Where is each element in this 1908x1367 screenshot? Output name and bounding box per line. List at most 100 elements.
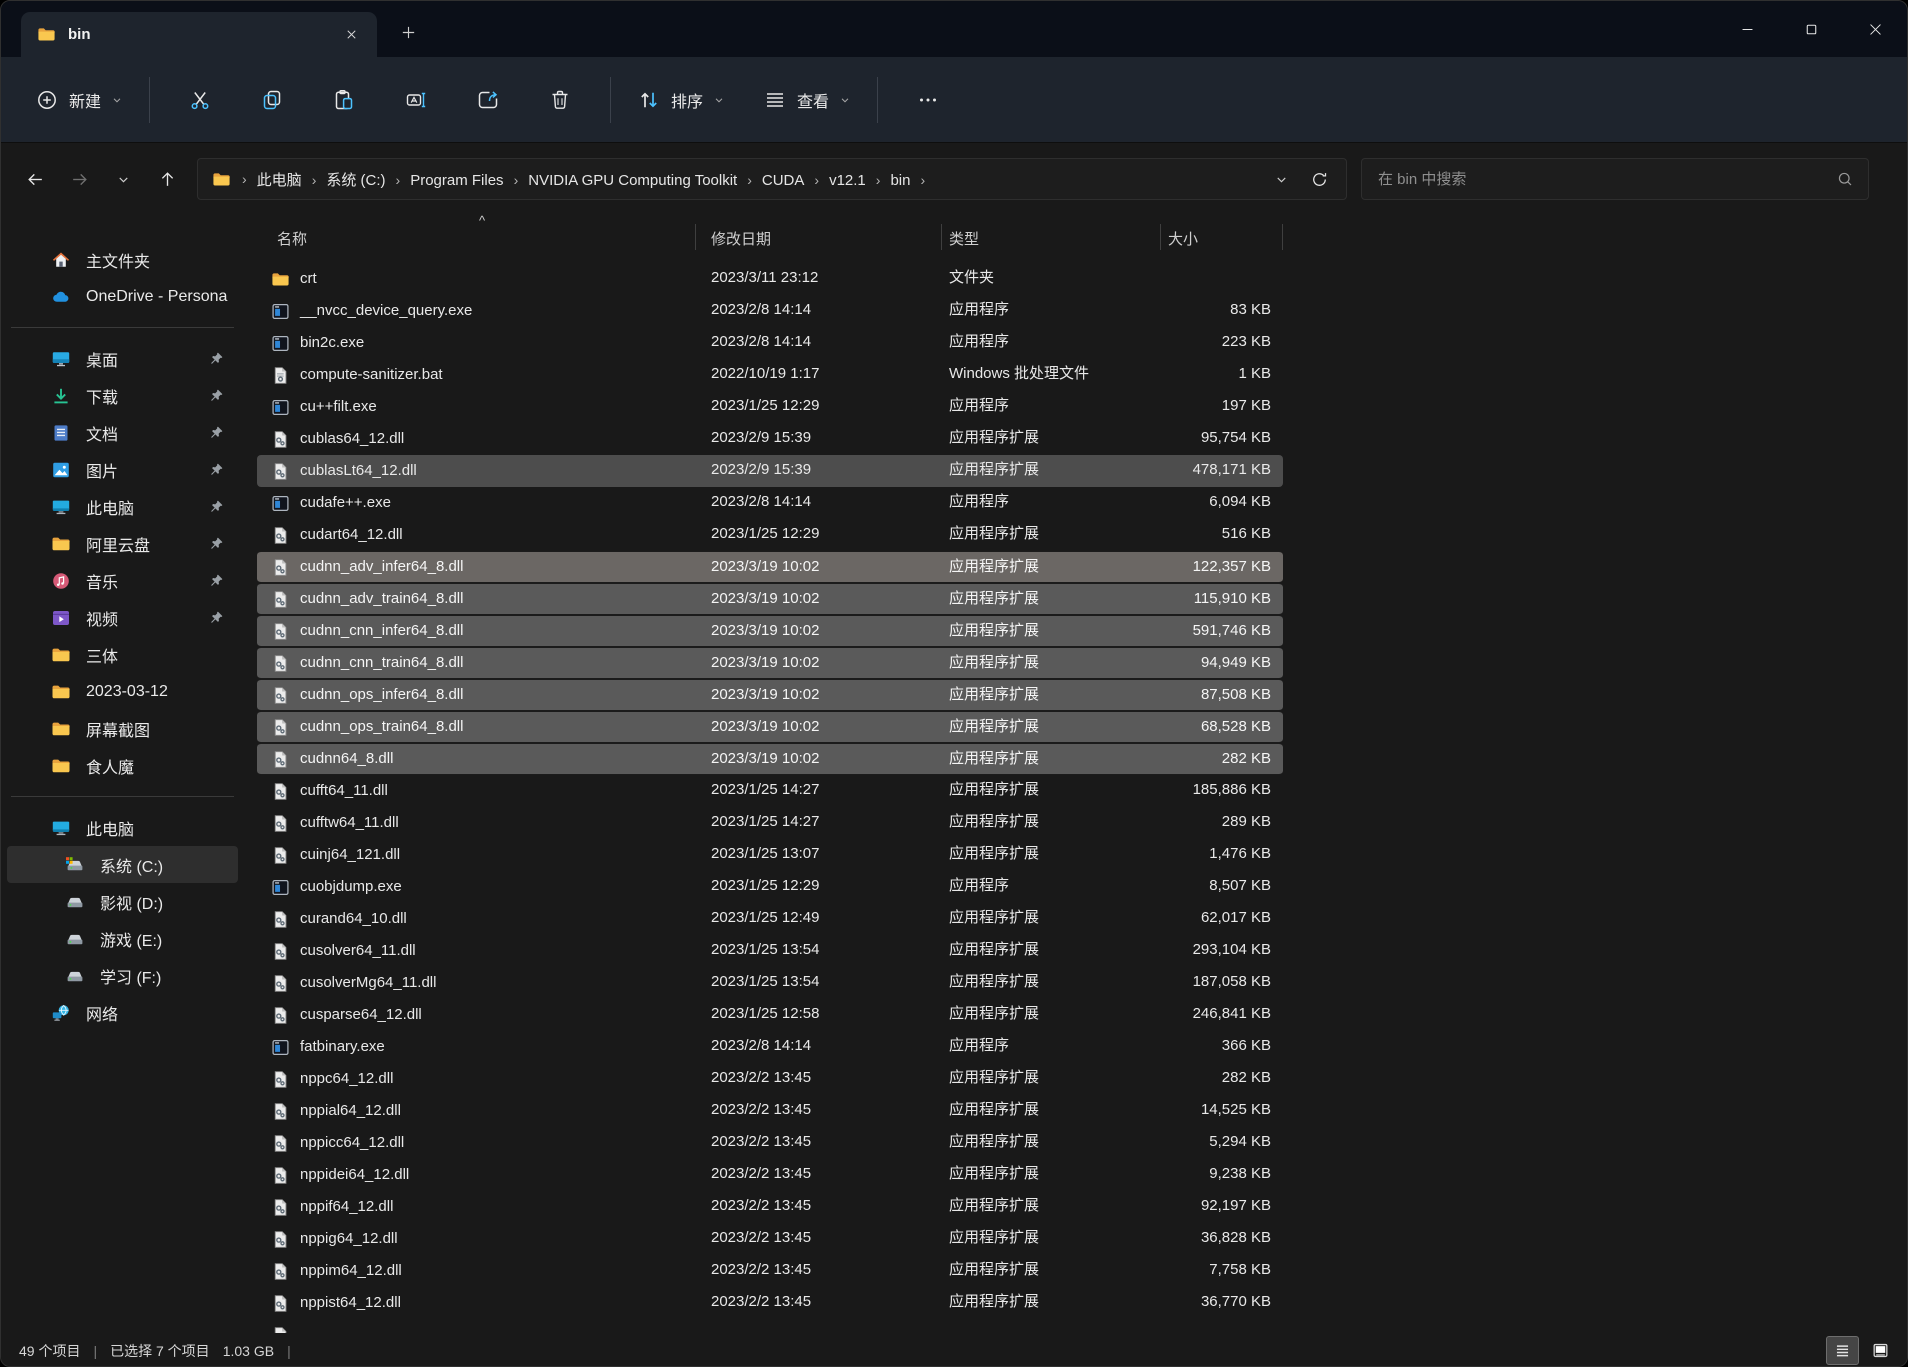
sidebar-item-音乐[interactable]: 音乐 xyxy=(7,562,238,599)
file-row[interactable]: cudafe++.exe 2023/2/8 14:14 应用程序 6,094 KB xyxy=(257,487,1283,519)
file-row[interactable]: crt 2023/3/11 23:12 文件夹 xyxy=(257,263,1283,295)
address-dropdown-icon[interactable] xyxy=(1262,162,1300,196)
sidebar-item-文档[interactable]: 文档 xyxy=(7,414,238,451)
file-row[interactable]: nppial64_12.dll 2023/2/2 13:45 应用程序扩展 14,52… xyxy=(257,1095,1283,1127)
file-row[interactable]: cusolverMg64_11.dll 2023/1/25 13:54 应用程序扩展… xyxy=(257,967,1283,999)
share-button[interactable] xyxy=(464,77,512,123)
rename-button[interactable] xyxy=(392,77,440,123)
file-row[interactable]: cuobjdump.exe 2023/1/25 12:29 应用程序 8,507 KB xyxy=(257,871,1283,903)
file-row[interactable]: nppif64_12.dll 2023/2/2 13:45 应用程序扩展 92,197… xyxy=(257,1191,1283,1223)
file-row[interactable]: cudart64_12.dll 2023/1/25 12:29 应用程序扩展 516 … xyxy=(257,519,1283,551)
file-row[interactable]: cudnn_cnn_train64_8.dll 2023/3/19 10:02 应用… xyxy=(257,647,1283,679)
sidebar-item-阿里云盘[interactable]: 阿里云盘 xyxy=(7,525,238,562)
file-row[interactable]: cusparse64_12.dll 2023/1/25 12:58 应用程序扩展 24… xyxy=(257,999,1283,1031)
sidebar-item-屏幕截图[interactable]: 屏幕截图 xyxy=(7,710,238,747)
file-row[interactable]: cufftw64_11.dll 2023/1/25 14:27 应用程序扩展 289 … xyxy=(257,807,1283,839)
sidebar-item-此电脑[interactable]: 此电脑 xyxy=(7,488,238,525)
file-row[interactable]: nppidei64_12.dll 2023/2/2 13:45 应用程序扩展 9,23… xyxy=(257,1159,1283,1191)
column-header-type[interactable]: 类型 xyxy=(949,228,979,249)
sidebar-item-此电脑[interactable]: 此电脑 xyxy=(7,809,238,846)
close-button[interactable] xyxy=(1843,1,1907,57)
file-row[interactable]: cudnn_cnn_infer64_8.dll 2023/3/19 10:02 应用… xyxy=(257,615,1283,647)
file-row[interactable]: cudnn_ops_infer64_8.dll 2023/3/19 10:02 应用… xyxy=(257,679,1283,711)
sidebar-item-游戏 (E:)[interactable]: 游戏 (E:) xyxy=(7,920,238,957)
refresh-icon[interactable] xyxy=(1300,162,1338,196)
column-header-date[interactable]: 修改日期 xyxy=(711,228,771,249)
file-row[interactable]: nppist64_12.dll 2023/2/2 13:45 应用程序扩展 36,77… xyxy=(257,1287,1283,1319)
column-header-name[interactable]: 名称 xyxy=(277,228,307,249)
sidebar-item-桌面[interactable]: 桌面 xyxy=(7,340,238,377)
file-row[interactable]: __nvcc_device_query.exe 2023/2/8 14:14 应用程… xyxy=(257,295,1283,327)
delete-button[interactable] xyxy=(536,77,584,123)
sidebar-item-学习 (F:)[interactable]: 学习 (F:) xyxy=(7,957,238,994)
file-row[interactable]: cuinj64_121.dll 2023/1/25 13:07 应用程序扩展 1,47… xyxy=(257,839,1283,871)
column-separator[interactable] xyxy=(1282,224,1283,250)
sidebar-item-食人魔[interactable]: 食人魔 xyxy=(7,747,238,784)
breadcrumb-bar[interactable]: › 此电脑 › 系统 (C:) › Program Files › NVIDIA GPU C… xyxy=(197,158,1347,200)
sidebar-item-视频[interactable]: 视频 xyxy=(7,599,238,636)
dll-file-icon xyxy=(271,1102,290,1121)
file-row[interactable]: cublasLt64_12.dll 2023/2/9 15:39 应用程序扩展 478… xyxy=(257,455,1283,487)
paste-button[interactable] xyxy=(320,77,368,123)
file-row[interactable]: cudnn64_8.dll 2023/3/19 10:02 应用程序扩展 282 KB xyxy=(257,743,1283,775)
dll-file-icon xyxy=(271,974,290,993)
breadcrumb-item[interactable]: 系统 (C:) xyxy=(319,169,392,192)
sidebar-item-label: 主文件夹 xyxy=(86,253,151,271)
sidebar-item-三体[interactable]: 三体 xyxy=(7,636,238,673)
sidebar-item-下载[interactable]: 下载 xyxy=(7,377,238,414)
file-row[interactable]: nppicc64_12.dll 2023/2/2 13:45 应用程序扩展 5,294… xyxy=(257,1127,1283,1159)
file-row[interactable]: cudnn_ops_train64_8.dll 2023/3/19 10:02 应用… xyxy=(257,711,1283,743)
breadcrumb-item[interactable]: v12.1 xyxy=(822,169,873,192)
file-type: 应用程序扩展 xyxy=(949,941,1040,958)
file-row[interactable]: compute-sanitizer.bat 2022/10/19 1:17 Wind… xyxy=(257,359,1283,391)
up-button[interactable] xyxy=(145,159,189,199)
column-separator[interactable] xyxy=(941,224,942,250)
minimize-button[interactable] xyxy=(1715,1,1779,57)
view-button[interactable]: 查看 xyxy=(751,80,863,120)
sidebar-item-网络[interactable]: 网络 xyxy=(7,994,238,1031)
file-row[interactable]: nppim64_12.dll 2023/2/2 13:45 应用程序扩展 7,758 … xyxy=(257,1255,1283,1287)
cut-button[interactable] xyxy=(176,77,224,123)
file-row[interactable]: bin2c.exe 2023/2/8 14:14 应用程序 223 KB xyxy=(257,327,1283,359)
sidebar-item-主文件夹[interactable]: 主文件夹 xyxy=(7,241,238,278)
breadcrumb-item[interactable]: Program Files xyxy=(403,169,510,192)
copy-button[interactable] xyxy=(248,77,296,123)
column-header-size[interactable]: 大小 xyxy=(1168,228,1198,249)
file-row[interactable]: cudnn_adv_train64_8.dll 2023/3/19 10:02 应用… xyxy=(257,583,1283,615)
recent-locations-button[interactable] xyxy=(101,159,145,199)
sort-button[interactable]: 排序 xyxy=(625,80,737,120)
new-button[interactable]: 新建 xyxy=(23,80,135,120)
tab-bin[interactable]: bin xyxy=(21,12,377,57)
file-row[interactable]: nppig64_12.dll 2023/2/2 13:45 应用程序扩展 36,828… xyxy=(257,1223,1283,1255)
file-row[interactable]: cublas64_12.dll 2023/2/9 15:39 应用程序扩展 95,75… xyxy=(257,423,1283,455)
forward-button[interactable] xyxy=(57,159,101,199)
more-options-button[interactable] xyxy=(904,77,952,123)
icons-view-button[interactable] xyxy=(1864,1336,1897,1365)
file-row[interactable]: cusolver64_11.dll 2023/1/25 13:54 应用程序扩展 29… xyxy=(257,935,1283,967)
breadcrumb-item[interactable]: 此电脑 xyxy=(250,169,309,192)
file-row[interactable]: cu++filt.exe 2023/1/25 12:29 应用程序 197 KB xyxy=(257,391,1283,423)
sidebar-item-OneDrive - Persona[interactable]: OneDrive - Persona xyxy=(7,278,238,315)
sidebar-item-系统 (C:)[interactable]: 系统 (C:) xyxy=(7,846,238,883)
breadcrumb-item[interactable]: bin xyxy=(883,169,917,192)
tab-close-icon[interactable] xyxy=(337,21,365,49)
column-separator[interactable] xyxy=(695,224,696,250)
new-tab-button[interactable] xyxy=(391,15,425,49)
back-button[interactable] xyxy=(13,159,57,199)
breadcrumb-item[interactable]: CUDA xyxy=(755,169,812,192)
sidebar-item-影视 (D:)[interactable]: 影视 (D:) xyxy=(7,883,238,920)
file-row[interactable]: cudnn_adv_infer64_8.dll 2023/3/19 10:02 应用… xyxy=(257,551,1283,583)
file-row[interactable]: curand64_10.dll 2023/1/25 12:49 应用程序扩展 62,0… xyxy=(257,903,1283,935)
sidebar-item-图片[interactable]: 图片 xyxy=(7,451,238,488)
file-row[interactable]: cufft64_11.dll 2023/1/25 14:27 应用程序扩展 185,8… xyxy=(257,775,1283,807)
maximize-button[interactable] xyxy=(1779,1,1843,57)
sidebar-item-2023-03-12[interactable]: 2023-03-12 xyxy=(7,673,238,710)
file-row[interactable]: fatbinary.exe 2023/2/8 14:14 应用程序 366 KB xyxy=(257,1031,1283,1063)
breadcrumb-item[interactable]: NVIDIA GPU Computing Toolkit xyxy=(521,169,744,192)
file-row[interactable] xyxy=(257,1319,1283,1333)
details-view-button[interactable] xyxy=(1826,1336,1859,1365)
column-separator[interactable] xyxy=(1160,224,1161,250)
chevron-down-icon xyxy=(713,94,725,106)
file-row[interactable]: nppc64_12.dll 2023/2/2 13:45 应用程序扩展 282 KB xyxy=(257,1063,1283,1095)
search-input[interactable] xyxy=(1376,169,1836,189)
